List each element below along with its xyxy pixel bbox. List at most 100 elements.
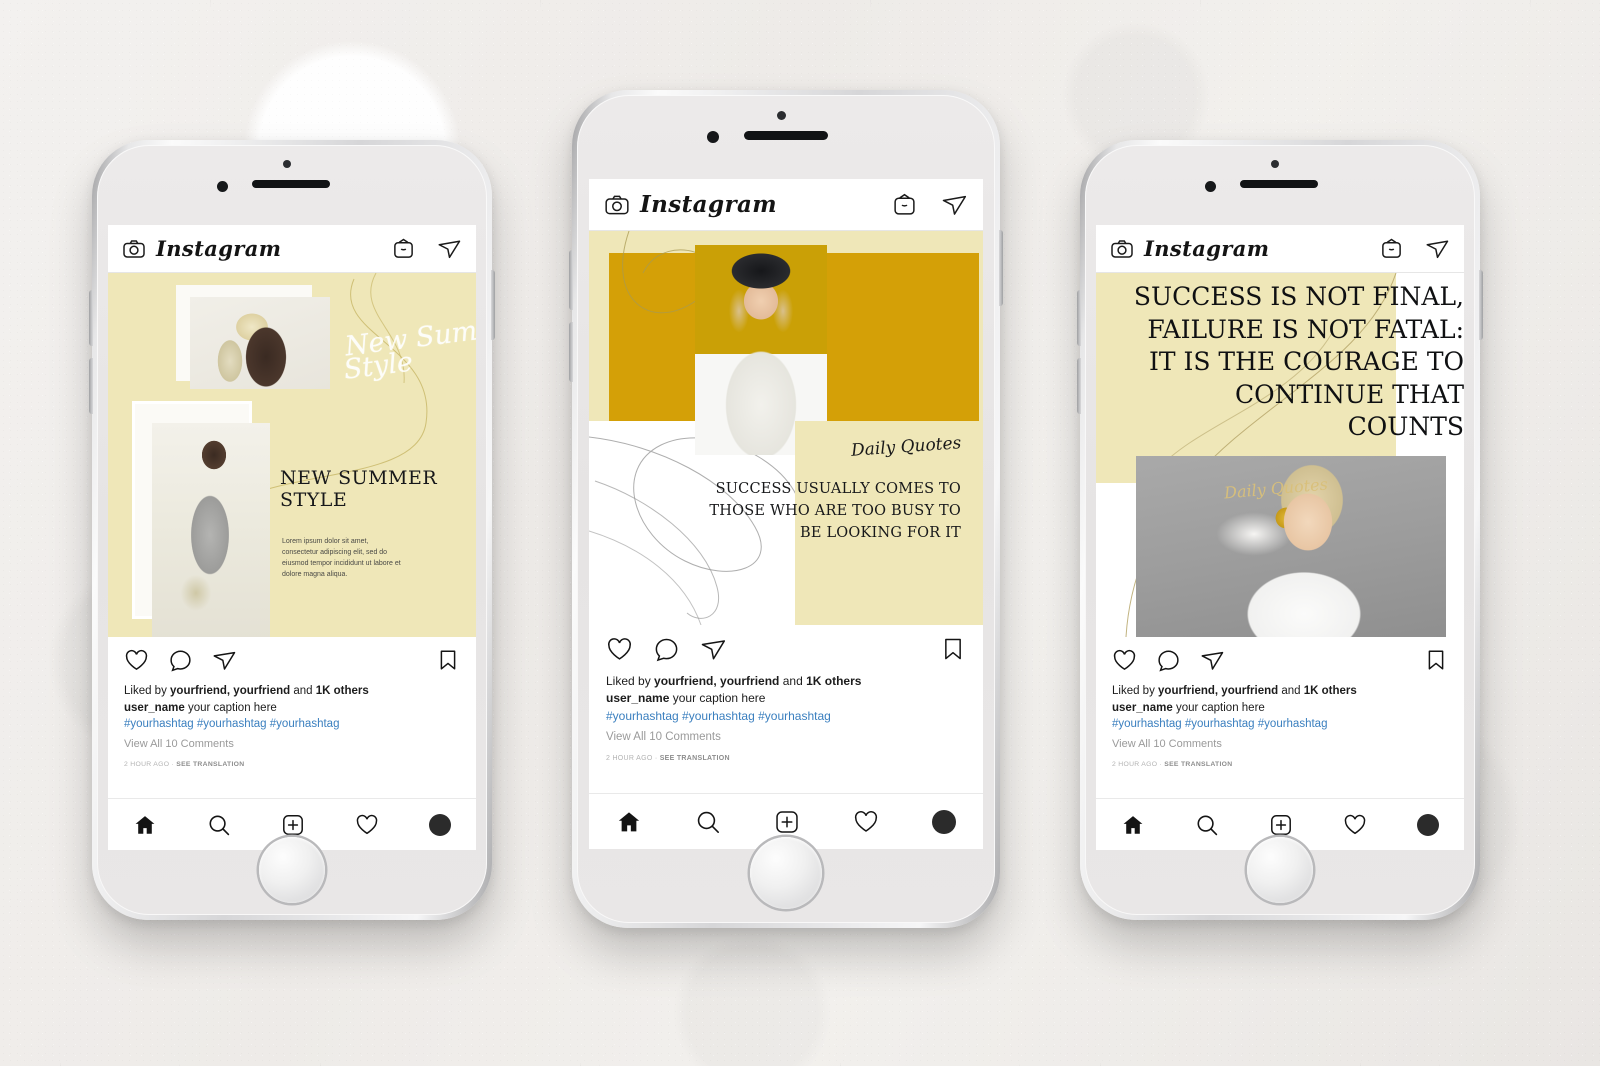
phone-center: Instagram Daily Quotes SUCCESS USUALLY C…	[569, 90, 1003, 928]
liked-friend-2[interactable]: yourfriend	[720, 674, 779, 688]
post-photo-bottom	[152, 423, 270, 637]
power-button-center[interactable]	[999, 230, 1003, 306]
volume-button-center-2[interactable]	[569, 322, 573, 382]
volume-button-left-2[interactable]	[89, 358, 93, 414]
liked-friend-1[interactable]: yourfriend,	[1158, 685, 1218, 697]
add-post-icon[interactable]	[1269, 813, 1293, 837]
comment-icon[interactable]	[653, 636, 680, 663]
bookmark-icon[interactable]	[436, 648, 460, 672]
liked-by-line: Liked by yourfriend, yourfriend and 1K o…	[124, 685, 369, 697]
camera-icon[interactable]	[604, 192, 630, 218]
home-icon[interactable]	[1121, 813, 1145, 837]
search-icon[interactable]	[695, 809, 721, 835]
liked-by-line: Liked by yourfriend, yourfriend and 1K o…	[1112, 685, 1357, 697]
igtv-icon[interactable]	[892, 192, 917, 217]
camera-icon[interactable]	[1110, 237, 1134, 261]
bookmark-icon[interactable]	[940, 636, 966, 662]
home-button-left[interactable]	[259, 837, 325, 903]
content-spacer-center	[589, 763, 983, 793]
post-image-center[interactable]: Daily Quotes SUCCESS USUALLY COMES TO TH…	[589, 231, 983, 625]
heart-icon[interactable]	[1112, 648, 1137, 673]
post-image-left[interactable]: New Summer Style NEW SUMMER STYLE Lorem …	[108, 273, 476, 637]
proximity-sensor-right	[1271, 160, 1279, 168]
liked-friend-1[interactable]: yourfriend,	[654, 674, 717, 688]
username[interactable]: user_name	[124, 702, 185, 714]
share-icon[interactable]	[437, 236, 462, 261]
liked-friend-2[interactable]: yourfriend	[1221, 685, 1278, 697]
post-photo-top	[190, 297, 330, 389]
hashtags[interactable]: #yourhashtag #yourhashtag #yourhashtag	[1112, 716, 1448, 733]
home-button-right[interactable]	[1247, 837, 1313, 903]
search-icon[interactable]	[207, 813, 231, 837]
bookmark-icon[interactable]	[1424, 648, 1448, 672]
volume-button-right[interactable]	[1077, 290, 1081, 346]
view-comments-link[interactable]: View All 10 Comments	[606, 729, 966, 746]
proximity-sensor-center	[777, 111, 786, 120]
liked-friend-1[interactable]: yourfriend,	[170, 685, 230, 697]
earpiece-speaker-left	[252, 180, 330, 188]
post-quote-right: SUCCESS IS NOT FINAL, FAILURE IS NOT FAT…	[1133, 282, 1464, 441]
timestamp-row: 2 HOUR AGO · SEE TRANSLATION	[124, 760, 245, 768]
hashtags[interactable]: #yourhashtag #yourhashtag #yourhashtag	[124, 716, 460, 733]
share-icon[interactable]	[941, 191, 968, 218]
see-translation-link[interactable]: SEE TRANSLATION	[176, 761, 244, 768]
comment-icon[interactable]	[168, 648, 193, 673]
search-icon[interactable]	[1195, 813, 1219, 837]
volume-button-right-2[interactable]	[1077, 358, 1081, 414]
power-button-left[interactable]	[491, 270, 495, 340]
timestamp: 2 HOUR AGO	[606, 754, 653, 762]
profile-avatar[interactable]	[932, 809, 957, 834]
timestamp-row: 2 HOUR AGO · SEE TRANSLATION	[606, 754, 730, 762]
caption-line: user_name your caption here	[124, 700, 460, 717]
home-button-center[interactable]	[750, 837, 822, 909]
share-icon[interactable]	[1200, 648, 1225, 673]
phone-left: Instagram New Summer Style NEW SUMMER ST…	[89, 140, 495, 920]
instagram-wordmark: Instagram	[640, 191, 777, 218]
see-translation-link[interactable]: SEE TRANSLATION	[660, 755, 730, 762]
caption-text: your caption here	[672, 691, 766, 706]
igtv-icon[interactable]	[392, 237, 415, 260]
post-headline-left: NEW SUMMER STYLE	[280, 467, 438, 511]
view-comments-link[interactable]: View All 10 Comments	[1112, 737, 1448, 753]
screen-left: Instagram New Summer Style NEW SUMMER ST…	[108, 225, 476, 850]
see-translation-link[interactable]: SEE TRANSLATION	[1164, 761, 1232, 768]
share-icon[interactable]	[212, 648, 237, 673]
front-camera-center	[707, 131, 719, 143]
profile-avatar[interactable]	[1417, 813, 1439, 836]
camera-icon[interactable]	[122, 237, 146, 261]
activity-icon[interactable]	[1343, 813, 1367, 837]
volume-button-center[interactable]	[569, 250, 573, 310]
heart-icon[interactable]	[124, 648, 149, 673]
caption-block-right: Liked by yourfriend, yourfriend and 1K o…	[1096, 683, 1464, 770]
liked-others-count[interactable]: 1K others	[1304, 685, 1357, 697]
add-post-icon[interactable]	[774, 809, 800, 835]
liked-others-count[interactable]: 1K others	[316, 685, 369, 697]
post-image-right[interactable]: SUCCESS IS NOT FINAL, FAILURE IS NOT FAT…	[1096, 273, 1464, 637]
timestamp-row: 2 HOUR AGO · SEE TRANSLATION	[1112, 760, 1233, 768]
igtv-icon[interactable]	[1380, 237, 1403, 260]
share-icon[interactable]	[1425, 236, 1450, 261]
profile-avatar[interactable]	[429, 813, 451, 836]
share-icon[interactable]	[700, 636, 727, 663]
front-camera-right	[1205, 181, 1216, 192]
home-icon[interactable]	[616, 809, 642, 835]
activity-icon[interactable]	[355, 813, 379, 837]
hashtags[interactable]: #yourhashtag #yourhashtag #yourhashtag	[606, 708, 966, 725]
heart-icon[interactable]	[606, 636, 633, 663]
view-comments-link[interactable]: View All 10 Comments	[124, 737, 460, 753]
username[interactable]: user_name	[1112, 702, 1173, 714]
add-post-icon[interactable]	[281, 813, 305, 837]
earpiece-speaker-right	[1240, 180, 1318, 188]
activity-icon[interactable]	[853, 809, 879, 835]
liked-friend-2[interactable]: yourfriend	[233, 685, 290, 697]
caption-text: your caption here	[1175, 701, 1265, 714]
caption-line: user_name your caption here	[606, 690, 966, 707]
liked-others-count[interactable]: 1K others	[806, 674, 861, 688]
instagram-wordmark: Instagram	[156, 236, 282, 261]
power-button-right[interactable]	[1479, 270, 1483, 340]
phone-right: Instagram SUCCESS IS NOT FINAL, FAILURE …	[1077, 140, 1483, 920]
username[interactable]: user_name	[606, 691, 669, 705]
home-icon[interactable]	[133, 813, 157, 837]
volume-button-left[interactable]	[89, 290, 93, 346]
comment-icon[interactable]	[1156, 648, 1181, 673]
